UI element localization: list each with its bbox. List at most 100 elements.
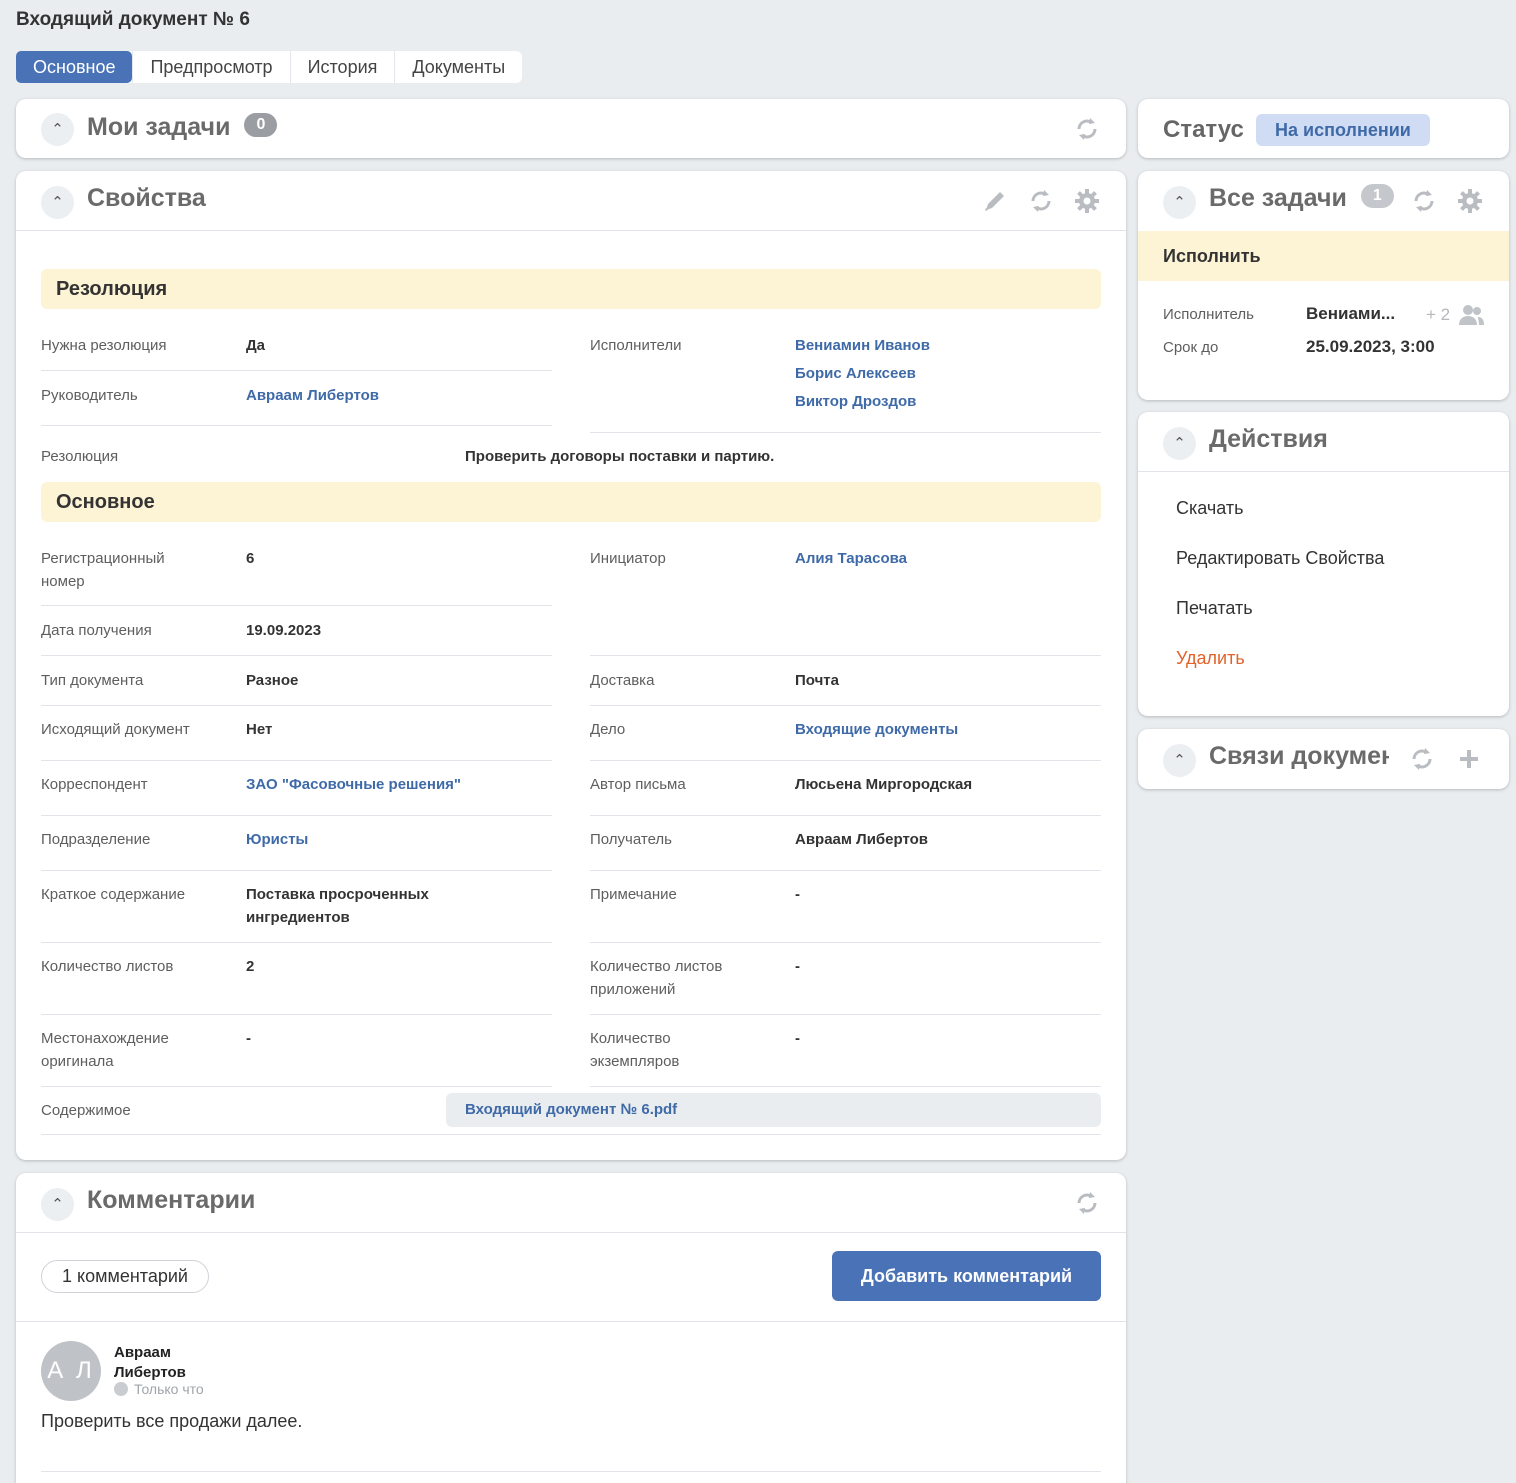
document-links-title: Связи докумен <box>1209 742 1389 770</box>
actions-header: ⌃ Действия <box>1138 412 1509 472</box>
all-tasks-title-text: Все задачи <box>1209 184 1347 212</box>
field-need-resolution: Нужна резолюция Да <box>41 326 552 371</box>
pencil-icon[interactable] <box>980 186 1010 216</box>
field-value: 2 <box>246 958 255 975</box>
executor-more-count: + 2 <box>1426 305 1451 324</box>
field-label: Дело <box>590 721 626 738</box>
actions-title: Действия <box>1209 425 1328 453</box>
field-value: - <box>795 886 800 903</box>
action-download[interactable]: Скачать <box>1176 498 1244 519</box>
add-comment-button[interactable]: Добавить комментарий <box>832 1251 1101 1301</box>
tab-preview[interactable]: Предпросмотр <box>132 51 289 83</box>
chevron-up-icon[interactable]: ⌃ <box>1163 427 1196 460</box>
action-delete[interactable]: Удалить <box>1176 648 1245 669</box>
field-label: Регистрационный номер <box>41 550 165 590</box>
all-tasks-header: ⌃ Все задачи 1 <box>1138 171 1509 231</box>
status-badge: На исполнении <box>1256 114 1430 146</box>
field-value: 6 <box>246 550 255 567</box>
field-label: Получатель <box>590 831 672 848</box>
comments-card: ⌃ Комментарии 1 комментарий Добавить ком… <box>16 1173 1126 1483</box>
chevron-up-icon[interactable]: ⌃ <box>41 1188 74 1221</box>
action-print[interactable]: Печатать <box>1176 598 1253 619</box>
field-value: Почта <box>795 672 839 689</box>
document-links-card: ⌃ Связи докумен <box>1138 729 1509 789</box>
division-link[interactable]: Юристы <box>246 828 308 851</box>
field-recipient: Получатель Авраам Либертов <box>590 816 1101 871</box>
executor-link[interactable]: Вениамин Иванов <box>795 334 930 357</box>
field-label: Исходящий документ <box>41 721 190 738</box>
my-tasks-card: ⌃ Мои задачи 0 <box>16 99 1126 158</box>
users-icon[interactable] <box>1458 304 1484 331</box>
chevron-up-icon[interactable]: ⌃ <box>1163 744 1196 777</box>
case-link[interactable]: Входящие документы <box>795 718 958 741</box>
field-initiator: Инициатор Алия Тарасова <box>590 539 1101 656</box>
my-tasks-title: Мои задачи 0 <box>87 113 278 142</box>
field-summary: Краткое содержание Поставка просроченных… <box>41 871 552 943</box>
field-division: Подразделение Юристы <box>41 816 552 871</box>
my-tasks-title-text: Мои задачи <box>87 113 231 141</box>
refresh-icon[interactable] <box>1407 744 1437 774</box>
field-date-received: Дата получения 19.09.2023 <box>41 606 552 656</box>
comment-count-pill: 1 комментарий <box>41 1260 209 1293</box>
main-section-header: Основное <box>41 482 1101 522</box>
action-edit-properties[interactable]: Редактировать Свойства <box>1176 548 1384 569</box>
comment-time-text: Только что <box>134 1381 204 1397</box>
chevron-up-icon[interactable]: ⌃ <box>41 113 74 146</box>
field-case: Дело Входящие документы <box>590 706 1101 761</box>
task-item-execute[interactable]: Исполнить <box>1138 231 1509 281</box>
field-label: Автор письма <box>590 776 686 793</box>
refresh-icon[interactable] <box>1409 186 1439 216</box>
field-label: Доставка <box>590 672 655 689</box>
all-tasks-card: ⌃ Все задачи 1 Исполнить Исполнитель Вени… <box>1138 171 1509 400</box>
status-label: Статус <box>1163 116 1244 143</box>
field-value: Поставка просроченных ингредиентов <box>246 886 429 926</box>
correspondent-link[interactable]: ЗАО "Фасовочные решения" <box>246 773 461 796</box>
field-executors: Исполнители Вениамин Иванов Борис Алексе… <box>590 326 1101 433</box>
field-label: Нужна резолюция <box>41 337 167 354</box>
field-copies: Количество экземпляров - <box>590 1015 1101 1087</box>
resolution-section-header: Резолюция <box>41 269 1101 309</box>
field-value: 19.09.2023 <box>246 622 322 639</box>
field-label: Корреспондент <box>41 776 148 793</box>
field-label: Количество листов приложений <box>590 958 723 998</box>
field-value: Люсьена Миргородская <box>795 776 973 793</box>
refresh-icon[interactable] <box>1072 114 1102 144</box>
executor-link[interactable]: Борис Алексеев <box>795 362 916 385</box>
initiator-link[interactable]: Алия Тарасова <box>795 547 907 570</box>
executor-link[interactable]: Виктор Дроздов <box>795 390 916 413</box>
tab-history[interactable]: История <box>289 51 395 83</box>
gear-icon[interactable] <box>1072 186 1102 216</box>
content-file-link[interactable]: Входящий документ № 6.pdf <box>446 1093 1101 1127</box>
field-manager: Руководитель Авраам Либертов <box>41 371 552 426</box>
avatar: А Л <box>41 1341 101 1401</box>
tab-documents[interactable]: Документы <box>394 51 522 83</box>
tab-bar: Основное Предпросмотр История Документы <box>16 51 523 83</box>
field-label: Краткое содержание <box>41 886 186 903</box>
field-label: Резолюция <box>41 448 119 465</box>
refresh-icon[interactable] <box>1026 186 1056 216</box>
manager-link[interactable]: Авраам Либертов <box>246 384 379 407</box>
field-content: Содержимое Входящий документ № 6.pdf <box>41 1087 1101 1135</box>
chevron-up-icon[interactable]: ⌃ <box>1163 186 1196 219</box>
properties-title: Свойства <box>87 184 206 212</box>
plus-icon[interactable] <box>1454 744 1484 774</box>
field-delivery: Доставка Почта <box>590 656 1101 706</box>
field-original-location: Местонахождение оригинала - <box>41 1015 552 1087</box>
field-letter-author: Автор письма Люсьена Миргородская <box>590 761 1101 816</box>
comment-author: Авраам Либертов <box>114 1344 186 1381</box>
field-note: Примечание - <box>590 871 1101 943</box>
gear-icon[interactable] <box>1455 186 1485 216</box>
tab-main[interactable]: Основное <box>16 51 133 83</box>
refresh-icon[interactable] <box>1072 1188 1102 1218</box>
field-resolution-text: Резолюция Проверить договоры поставки и … <box>41 433 1101 481</box>
field-value: - <box>795 958 800 975</box>
status-card: Статус На исполнении <box>1138 99 1509 158</box>
properties-header: ⌃ Свойства <box>16 171 1126 231</box>
field-correspondent: Корреспондент ЗАО "Фасовочные решения" <box>41 761 552 816</box>
field-label: Тип документа <box>41 672 144 689</box>
chevron-up-icon[interactable]: ⌃ <box>41 186 74 219</box>
field-outgoing: Исходящий документ Нет <box>41 706 552 761</box>
field-label: Содержимое <box>41 1102 131 1119</box>
field-label: Количество экземпляров <box>590 1030 680 1070</box>
due-label: Срок до <box>1163 339 1219 356</box>
